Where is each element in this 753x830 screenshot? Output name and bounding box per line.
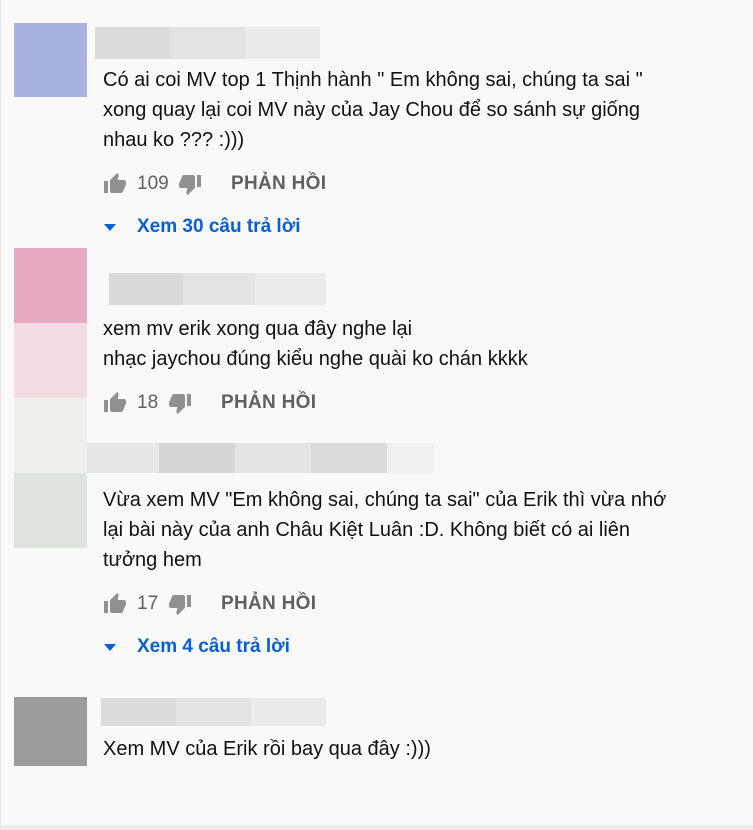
comment-line: Vừa xem MV "Em không sai, chúng ta sai" … — [103, 489, 667, 511]
comment-text: Vừa xem MV "Em không sai, chúng ta sai" … — [103, 485, 666, 575]
thumbs-down-icon[interactable] — [168, 592, 192, 616]
blurred-username — [109, 273, 326, 305]
comment-text: xem mv erik xong qua đây nghe lại nhạc j… — [103, 314, 528, 374]
blurred-username — [101, 698, 326, 726]
divider — [1, 825, 753, 830]
like-count: 17 — [137, 593, 159, 614]
comment-actions: 109 PHẢN HỒI — [103, 171, 326, 197]
comment-line: xong quay lại coi MV này của Jay Chou để… — [103, 99, 641, 121]
avatar[interactable] — [14, 398, 87, 548]
blurred-username — [95, 27, 320, 59]
caret-down-icon — [104, 223, 116, 231]
view-replies-button[interactable]: Xem 30 câu trả lời — [103, 214, 300, 240]
comment-actions: 18 PHẢN HỒI — [103, 390, 316, 416]
view-replies-label: Xem 30 câu trả lời — [137, 216, 301, 237]
thumbs-up-icon[interactable] — [103, 172, 127, 196]
thumbs-down-icon[interactable] — [178, 172, 202, 196]
comment-line: tưởng hem — [103, 549, 202, 571]
comment-text: Xem MV của Erik rồi bay qua đây :))) — [103, 734, 431, 764]
avatar[interactable] — [14, 697, 87, 766]
comment-line: nhạc jaychou đúng kiểu nghe quài ko chán… — [103, 348, 528, 370]
view-replies-label: Xem 4 câu trả lời — [137, 636, 290, 657]
thumbs-up-icon[interactable] — [103, 592, 127, 616]
comment-line: lại bài này của anh Châu Kiệt Luân :D. K… — [103, 519, 631, 541]
comment-line: Có ai coi MV top 1 Thịnh hành " Em không… — [103, 69, 643, 91]
view-replies-button[interactable]: Xem 4 câu trả lời — [103, 634, 290, 660]
thumbs-up-icon[interactable] — [103, 391, 127, 415]
comment-actions: 17 PHẢN HỒI — [103, 591, 316, 617]
reply-button[interactable]: PHẢN HỒI — [221, 593, 316, 615]
avatar[interactable] — [14, 23, 87, 97]
comment-line: Xem MV của Erik rồi bay qua đây :))) — [103, 738, 431, 760]
avatar[interactable] — [14, 248, 87, 398]
blurred-username — [87, 443, 433, 473]
comment-line: nhau ko ??? :))) — [103, 129, 245, 151]
comment-text: Có ai coi MV top 1 Thịnh hành " Em không… — [103, 65, 643, 155]
comment-line: xem mv erik xong qua đây nghe lại — [103, 318, 413, 340]
comments-section: Có ai coi MV top 1 Thịnh hành " Em không… — [0, 0, 753, 830]
reply-button[interactable]: PHẢN HỒI — [231, 173, 326, 195]
like-count: 109 — [137, 173, 169, 194]
caret-down-icon — [104, 643, 116, 651]
reply-button[interactable]: PHẢN HỒI — [221, 392, 316, 414]
thumbs-down-icon[interactable] — [168, 391, 192, 415]
like-count: 18 — [137, 392, 159, 413]
